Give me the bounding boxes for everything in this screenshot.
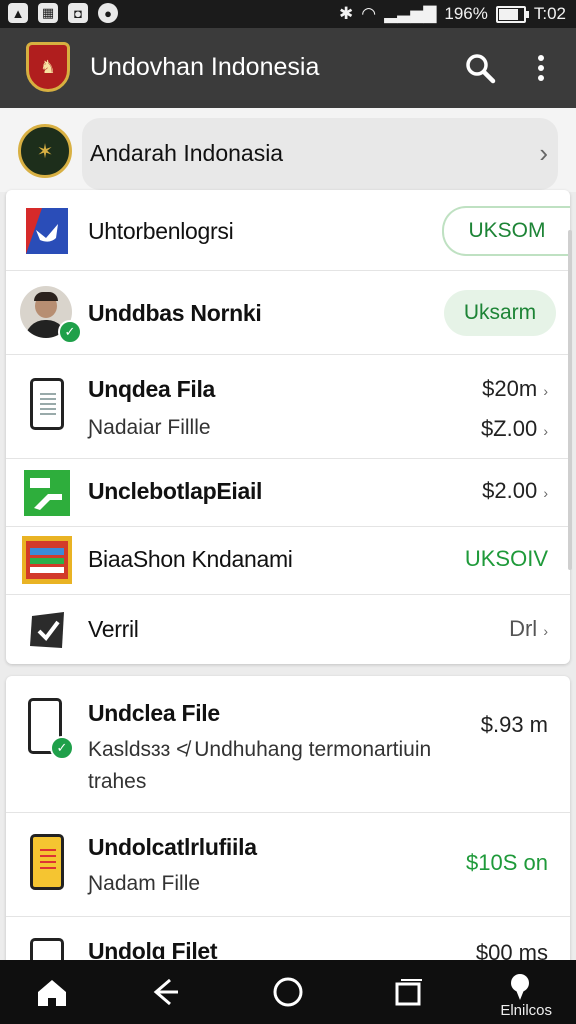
verify-icon bbox=[30, 612, 64, 648]
item-title: UnclebotlapEiail bbox=[88, 478, 263, 504]
battery-percent: 196% bbox=[444, 4, 488, 23]
more-vert-icon[interactable] bbox=[528, 50, 554, 86]
green-app-icon bbox=[24, 470, 70, 516]
scrollbar[interactable] bbox=[568, 230, 572, 570]
header-pill[interactable]: Andarah Indonasia › bbox=[82, 118, 558, 190]
shield-icon: ◘ bbox=[68, 3, 88, 23]
item-price-2: $Z.00 › bbox=[480, 416, 548, 441]
navigation-bar: Elnilcos bbox=[0, 960, 576, 1024]
home-icon[interactable] bbox=[32, 972, 72, 1012]
item-title: Unqdea Fila bbox=[88, 376, 216, 402]
item-subtitle: Ɲadaiar Fillle bbox=[88, 416, 211, 439]
search-icon[interactable] bbox=[462, 50, 498, 86]
item-title: BiaaShon Kndanami bbox=[88, 546, 293, 572]
header-label: Andarah Indonasia bbox=[90, 140, 284, 166]
home-circle-icon[interactable] bbox=[268, 972, 308, 1012]
wifi-icon: ◠ bbox=[361, 4, 377, 23]
status-bar: ▲ ▦ ◘ ● ✱ ◠ ▂▃▅▇ 196% T:02 bbox=[0, 0, 576, 28]
file-list-card: ✓ Undclea File Kasldsɜɜ ≮ Undhuhang term… bbox=[6, 676, 570, 966]
item-title: Unddbas Nornki bbox=[88, 300, 262, 326]
list-item[interactable]: UnclebotlapEiail $2.00 › bbox=[6, 458, 570, 527]
app-icon: ● bbox=[98, 3, 118, 23]
item-subtitle-2: trahes bbox=[88, 770, 147, 793]
recents-icon[interactable] bbox=[388, 972, 428, 1012]
app-bar: ♞ Undovhan Indonesia bbox=[0, 28, 576, 108]
list-item[interactable]: ✓ Undclea File Kasldsɜɜ ≮ Undhuhang term… bbox=[6, 676, 570, 813]
notification-icons: ▲ ▦ ◘ ● bbox=[8, 3, 118, 23]
item-subtitle: Kasldsɜɜ ≮ Undhuhang termonartiuin bbox=[88, 738, 432, 761]
app-list-card: Uhtorbenlogrsi UKSOM ✓ Unddbas Nornki Uk… bbox=[6, 190, 570, 664]
verified-check-icon: ✓ bbox=[50, 736, 74, 760]
item-title: Undclea File bbox=[88, 700, 220, 726]
item-title: Verril bbox=[88, 616, 139, 642]
header-list-item[interactable]: ✶ Andarah Indonasia › bbox=[0, 108, 576, 192]
clock: T:02 bbox=[533, 4, 566, 23]
phone-doc-icon bbox=[30, 378, 64, 430]
verified-check-icon: ✓ bbox=[58, 320, 82, 344]
item-status: UKSOIV bbox=[464, 546, 548, 571]
emblem-icon: ✶ bbox=[18, 124, 72, 178]
list-item[interactable]: BiaaShon Kndanami UKSOIV bbox=[6, 526, 570, 595]
item-price: $10S on bbox=[466, 850, 548, 875]
phone-yellow-icon bbox=[30, 834, 64, 890]
list-item[interactable]: Undolcatlrlufiila Ɲadam Fille $10S on bbox=[6, 812, 570, 917]
bluetooth-icon: ✱ bbox=[338, 4, 354, 23]
list-item[interactable]: Verril Drl › bbox=[6, 594, 570, 664]
signal-icon: ▂▃▅▇ bbox=[384, 4, 437, 23]
app-title: Undovhan Indonesia bbox=[90, 53, 320, 81]
assistant-icon[interactable] bbox=[500, 966, 540, 1006]
chevron-right-icon: › bbox=[539, 138, 548, 168]
app-logo: ♞ bbox=[26, 42, 70, 92]
back-icon[interactable] bbox=[146, 972, 186, 1012]
flag-icon bbox=[26, 208, 68, 254]
list-item[interactable]: ✓ Unddbas Nornki Uksarm bbox=[6, 270, 570, 355]
item-price: Drl › bbox=[509, 616, 548, 641]
item-subtitle: Ɲadam Fille bbox=[88, 872, 201, 895]
action-pill[interactable]: Uksarm bbox=[444, 290, 556, 336]
list-item[interactable]: Unqdea Fila Ɲadaiar Fillle $20m › $Z.00 … bbox=[6, 354, 570, 459]
list-item[interactable]: Uhtorbenlogrsi UKSOM bbox=[6, 190, 570, 271]
photo-icon: ▲ bbox=[8, 3, 28, 23]
list-item[interactable]: Undolɑ Filet $00 ms bbox=[6, 916, 570, 966]
item-title: Undolcatlrlufiila bbox=[88, 834, 257, 860]
item-price: $2.00 › bbox=[482, 478, 548, 503]
item-price: $20m › bbox=[482, 376, 548, 401]
book-icon bbox=[22, 536, 72, 584]
nav-label: Elnilcos bbox=[500, 1002, 552, 1019]
item-title: Uhtorbenlogrsi bbox=[88, 218, 234, 244]
install-badge[interactable]: UKSOM bbox=[442, 206, 570, 256]
system-icons: ✱ ◠ ▂▃▅▇ 196% T:02 bbox=[339, 4, 566, 24]
battery-icon bbox=[495, 5, 529, 23]
item-price: $.93 m bbox=[480, 712, 548, 737]
gallery-icon: ▦ bbox=[38, 3, 58, 23]
